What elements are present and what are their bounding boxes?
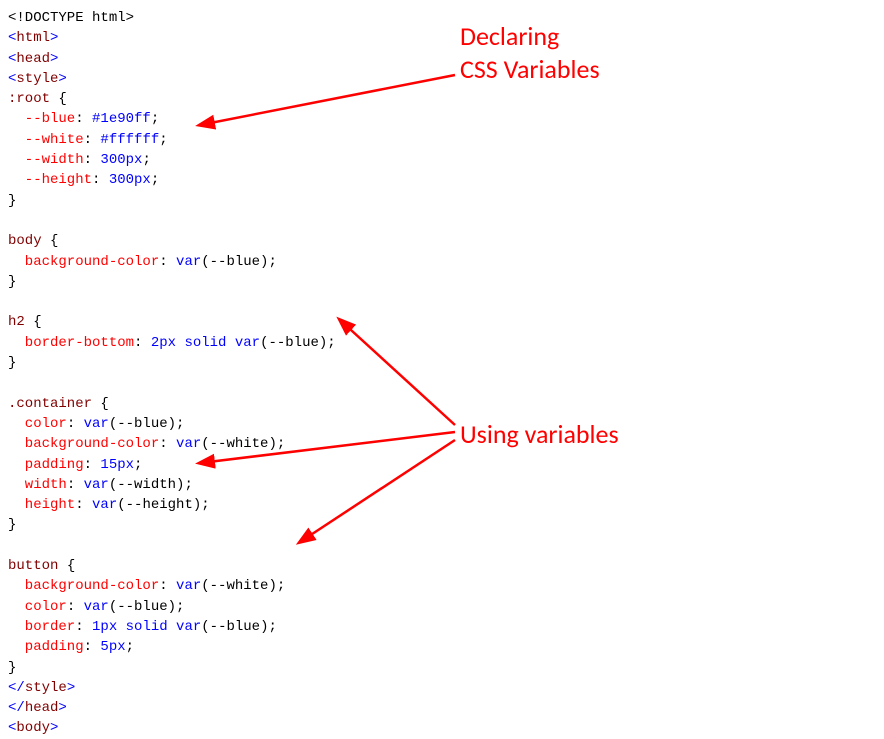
code-block: <!DOCTYPE html> <html> <head> <style> :r… (8, 8, 876, 739)
code-line: <!DOCTYPE html> (8, 10, 134, 26)
annotation-text: Declaring (460, 20, 600, 53)
annotation-text: Using variables (460, 418, 619, 450)
annotation-text: CSS Variables (460, 53, 600, 86)
annotation-using: Using variables (460, 418, 619, 451)
annotation-declaring: Declaring CSS Variables (460, 20, 600, 85)
